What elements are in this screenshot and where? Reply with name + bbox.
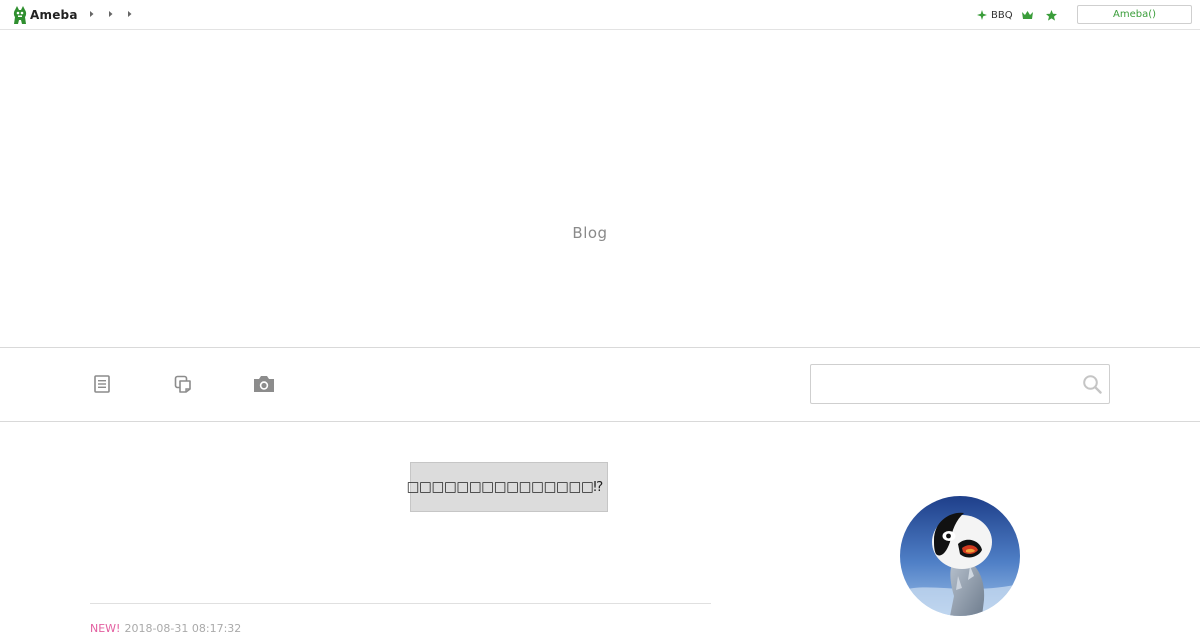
- blog-search-box: [810, 364, 1110, 404]
- banner-text: □□□□□□□□□□□□□□□⁉: [406, 479, 604, 495]
- theme-icon[interactable]: [171, 372, 195, 396]
- ameba-logo-icon: [13, 6, 27, 24]
- article-divider: [90, 603, 711, 604]
- breadcrumb-arrow-icon[interactable]: [89, 9, 97, 21]
- search-icon[interactable]: [1081, 373, 1103, 395]
- article-meta: NEW! 2018-08-31 08:17:32: [90, 622, 241, 635]
- star-icon[interactable]: [1046, 8, 1057, 22]
- crown-icon[interactable]: [1022, 8, 1033, 22]
- photo-icon[interactable]: [252, 372, 276, 396]
- penguin-avatar-image: [900, 496, 1020, 616]
- promo-banner[interactable]: □□□□□□□□□□□□□□□⁉: [406, 462, 608, 512]
- article-list-icon[interactable]: [90, 372, 114, 396]
- search-input[interactable]: [819, 371, 1073, 397]
- breadcrumb-arrow-icon[interactable]: [127, 9, 135, 21]
- ameba-logo[interactable]: Ameba: [13, 5, 78, 25]
- sparkle-icon: [977, 10, 987, 20]
- blog-title[interactable]: Blog: [0, 224, 1180, 242]
- article-date: 2018-08-31 08:17:32: [124, 622, 242, 635]
- bbq-link[interactable]: BBQ: [977, 8, 1013, 22]
- profile-avatar[interactable]: [900, 496, 1020, 616]
- ameba-login-button[interactable]: Ameba(): [1077, 5, 1192, 24]
- top-bar: Ameba BBQ Ameba(): [0, 0, 1200, 30]
- breadcrumb-arrow-icon[interactable]: [108, 9, 116, 21]
- blog-header: Blog: [0, 30, 1200, 348]
- blog-nav: [0, 348, 1200, 422]
- new-badge: NEW!: [90, 622, 121, 635]
- bbq-label: BBQ: [991, 9, 1013, 21]
- logo-text: Ameba: [30, 8, 78, 22]
